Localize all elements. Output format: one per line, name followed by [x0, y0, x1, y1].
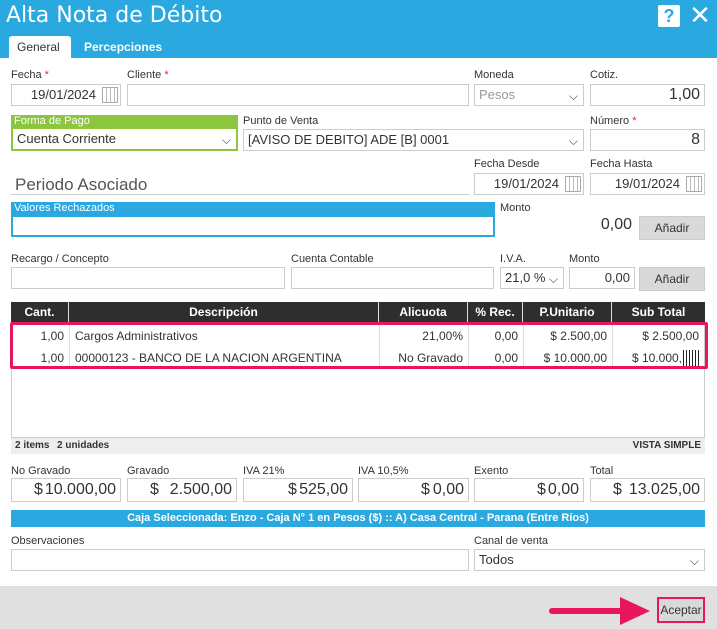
- anadir-valores-button[interactable]: Añadir: [639, 216, 705, 240]
- no-gravado-label: No Gravado: [11, 465, 71, 477]
- iva-select[interactable]: 21,0 % ⌵: [500, 267, 564, 289]
- canal-venta-label: Canal de venta: [474, 535, 548, 547]
- chevron-down-icon: ⌵: [568, 89, 578, 103]
- calendar-icon[interactable]: [565, 176, 581, 192]
- fecha-desde-field[interactable]: 19/01/2024: [474, 173, 584, 195]
- chevron-down-icon: ⌵: [568, 134, 578, 148]
- col-punitario[interactable]: P.Unitario: [522, 302, 611, 322]
- col-descripcion[interactable]: Descripción: [68, 302, 378, 322]
- help-icon[interactable]: ?: [658, 5, 680, 27]
- punto-venta-label: Punto de Venta: [243, 115, 319, 127]
- tab-bar: General Percepciones: [0, 34, 717, 58]
- exento-label: Exento: [474, 465, 509, 477]
- canal-venta-value: Todos: [479, 552, 514, 567]
- close-icon[interactable]: ✕: [688, 2, 712, 28]
- recargo-input[interactable]: [11, 267, 285, 289]
- valores-rechazados-label: Valores Rechazados: [11, 202, 495, 215]
- moneda-label: Moneda: [474, 69, 514, 81]
- items-count: 2 items: [15, 440, 50, 451]
- col-alicuota[interactable]: Alicuota: [378, 302, 467, 322]
- moneda-value: Pesos: [479, 87, 516, 102]
- chevron-down-icon: ⌵: [221, 133, 231, 147]
- total-value: $13.025,00: [590, 478, 705, 502]
- numero-label: Número *: [590, 115, 637, 127]
- iva105-label: IVA 10,5%: [358, 465, 409, 477]
- grid-header: Cant. Descripción Alicuota % Rec. P.Unit…: [11, 302, 705, 322]
- cotiz-label: Cotiz.: [590, 69, 619, 81]
- total-label: Total: [590, 465, 614, 477]
- calendar-icon[interactable]: [102, 87, 118, 103]
- observaciones-input[interactable]: [11, 549, 469, 571]
- cuenta-contable-label: Cuenta Contable: [291, 253, 374, 265]
- monto1-label: Monto: [500, 202, 531, 214]
- title-bar: Alta Nota de Débito ? ✕: [0, 0, 717, 34]
- canal-venta-select[interactable]: Todos ⌵: [474, 549, 705, 571]
- fecha-hasta-label: Fecha Hasta: [590, 158, 653, 170]
- iva105-value: $0,00: [358, 478, 469, 502]
- forma-pago-select[interactable]: Cuenta Corriente ⌵: [11, 129, 238, 151]
- exento-value: $0,00: [474, 478, 584, 502]
- moneda-select[interactable]: Pesos ⌵: [474, 84, 584, 106]
- col-rec[interactable]: % Rec.: [467, 302, 522, 322]
- iva-value: 21,0 %: [505, 270, 546, 285]
- fecha-hasta-field[interactable]: 19/01/2024: [590, 173, 705, 195]
- gravado-label: Gravado: [127, 465, 170, 477]
- cotiz-input[interactable]: 1,00: [590, 84, 705, 106]
- iva21-value: $525,00: [243, 478, 353, 502]
- tab-general[interactable]: General: [9, 36, 71, 58]
- rows-highlight: [10, 322, 708, 369]
- chevron-down-icon: ⌵: [689, 554, 699, 568]
- punto-venta-select[interactable]: [AVISO DE DEBITO] ADE [B] 0001 ⌵: [243, 129, 584, 151]
- iva21-label: IVA 21%: [243, 465, 285, 477]
- fecha-label: Fecha *: [11, 69, 49, 81]
- forma-pago-value: Cuenta Corriente: [17, 131, 116, 146]
- caja-banner: Caja Seleccionada: Enzo - Caja N° 1 en P…: [11, 510, 705, 527]
- calendar-icon[interactable]: [686, 176, 702, 192]
- chevron-down-icon: ⌵: [548, 272, 558, 286]
- recargo-label: Recargo / Concepto: [11, 253, 109, 265]
- punto-venta-value: [AVISO DE DEBITO] ADE [B] 0001: [248, 132, 450, 147]
- fecha-desde-label: Fecha Desde: [474, 158, 540, 170]
- fecha-field[interactable]: 19/01/2024: [11, 84, 121, 106]
- tab-percepciones[interactable]: Percepciones: [76, 36, 170, 58]
- col-cant[interactable]: Cant.: [11, 302, 68, 322]
- grid-footer: 2 items 2 unidades VISTA SIMPLE: [11, 438, 705, 454]
- no-gravado-value: $10.000,00: [11, 478, 121, 502]
- cuenta-contable-input[interactable]: [291, 267, 494, 289]
- iva-label: I.V.A.: [500, 253, 526, 265]
- aceptar-button[interactable]: Aceptar: [657, 597, 705, 623]
- valores-rechazados-input[interactable]: [11, 215, 495, 237]
- gravado-value: $2.500,00: [127, 478, 237, 502]
- cliente-label: Cliente *: [127, 69, 169, 81]
- monto2-input[interactable]: 0,00: [569, 267, 635, 289]
- anadir-recargo-button[interactable]: Añadir: [639, 267, 705, 291]
- monto2-label: Monto: [569, 253, 600, 265]
- periodo-underline: [11, 194, 469, 195]
- monto1-input[interactable]: 0,00: [500, 215, 636, 237]
- fecha-hasta-value: 19/01/2024: [614, 176, 680, 191]
- window-title: Alta Nota de Débito: [6, 3, 223, 28]
- units-count: 2 unidades: [57, 440, 110, 451]
- cliente-input[interactable]: [127, 84, 469, 106]
- periodo-label: Periodo Asociado: [15, 175, 148, 194]
- observaciones-label: Observaciones: [11, 535, 85, 547]
- numero-input[interactable]: 8: [590, 129, 705, 151]
- arrow-icon: [549, 597, 650, 625]
- fecha-desde-value: 19/01/2024: [493, 176, 559, 191]
- col-subtotal[interactable]: Sub Total: [611, 302, 705, 322]
- vista-simple-link[interactable]: VISTA SIMPLE: [633, 438, 701, 454]
- fecha-value: 19/01/2024: [30, 87, 96, 102]
- forma-pago-label: Forma de Pago: [11, 115, 238, 129]
